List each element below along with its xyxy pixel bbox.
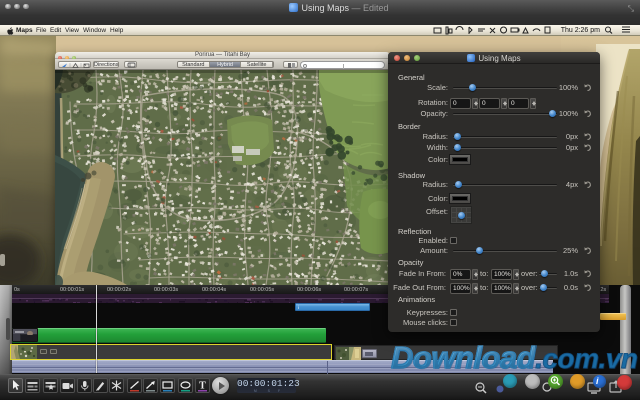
svg-text:T: T (199, 381, 206, 392)
